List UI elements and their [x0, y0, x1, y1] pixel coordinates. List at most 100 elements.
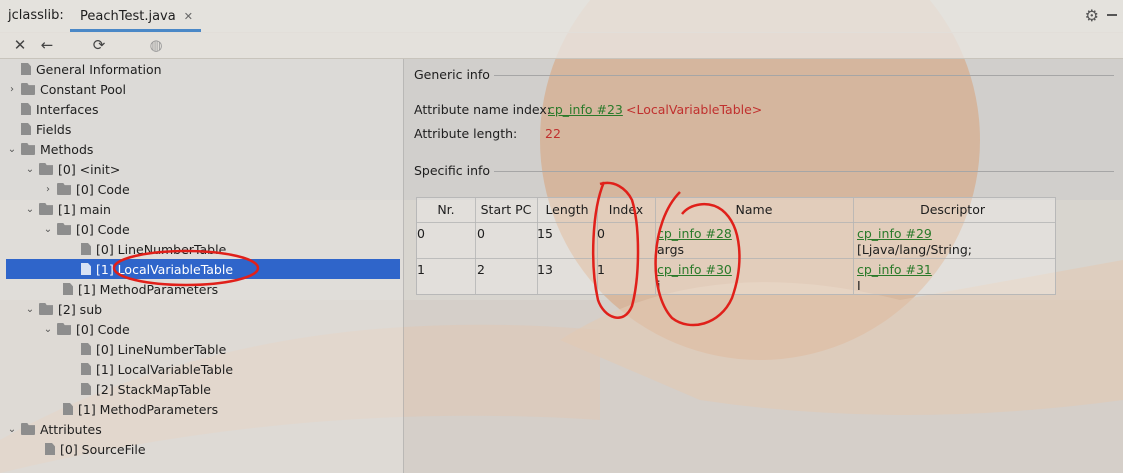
generic-info-title: Generic info — [414, 67, 490, 82]
chevron-down-icon[interactable]: ⌄ — [42, 324, 54, 335]
tree-item-label: [1] main — [58, 201, 111, 217]
tree-item-label: [1] MethodParameters — [78, 281, 219, 297]
tree-item-sub[interactable]: ⌄ [2] sub — [6, 299, 400, 319]
tree-item-label: [1] LocalVariableTable — [96, 361, 234, 377]
title-bar: jclasslib: PeachTest.java ✕ ⚙ — [0, 0, 1123, 33]
cell-name-value: args — [657, 242, 685, 257]
cell-descriptor-value: I — [857, 278, 861, 293]
detail-panel: Generic info Attribute name index: cp_in… — [404, 59, 1123, 473]
chevron-down-icon[interactable]: ⌄ — [6, 144, 18, 155]
tree-item-label: [0] Code — [76, 221, 130, 237]
tree-item-attributes[interactable]: ⌄ Attributes — [6, 419, 400, 439]
tree-item-sub-localvariabletable[interactable]: [1] LocalVariableTable — [6, 359, 400, 379]
tree-item-label: General Information — [36, 61, 162, 77]
cell-length: 13 — [537, 262, 553, 277]
tree-item-label: [1] LocalVariableTable — [96, 261, 234, 277]
file-icon — [81, 363, 91, 375]
tree-item-label: Methods — [40, 141, 94, 157]
tree-item-label: [0] Code — [76, 321, 130, 337]
chevron-right-icon[interactable]: › — [6, 84, 18, 95]
folder-icon — [21, 423, 35, 435]
tree-item-label: Constant Pool — [40, 81, 127, 97]
tree-item-sub-stackmaptable[interactable]: [2] StackMapTable — [6, 379, 400, 399]
tree-item-sub-linenumbertable[interactable]: [0] LineNumberTable — [6, 339, 400, 359]
column-header-descriptor[interactable]: Descriptor — [853, 198, 1055, 222]
globe-icon[interactable]: ◍ — [146, 35, 166, 55]
column-header-name[interactable]: Name — [655, 198, 853, 222]
close-tab-icon[interactable]: ✕ — [184, 10, 193, 23]
folder-icon — [39, 303, 53, 315]
chevron-down-icon[interactable]: ⌄ — [24, 204, 36, 215]
tree-item-label: [0] <init> — [58, 161, 121, 177]
attribute-length-label: Attribute length: — [414, 126, 518, 141]
tree-item-interfaces[interactable]: Interfaces — [6, 99, 400, 119]
cell-index: 0 — [597, 226, 605, 241]
cell-length: 15 — [537, 226, 553, 241]
tree-item-main-code[interactable]: ⌄ [0] Code — [6, 219, 400, 239]
chevron-down-icon[interactable]: ⌄ — [42, 224, 54, 235]
chevron-down-icon[interactable]: ⌄ — [6, 424, 18, 435]
cell-name-value: i — [657, 278, 661, 293]
refresh-icon[interactable]: ⟳ — [89, 35, 109, 55]
tree-item-sourcefile[interactable]: [0] SourceFile — [6, 439, 400, 459]
specific-info-title: Specific info — [414, 163, 491, 178]
tree-item-label: Attributes — [40, 421, 102, 437]
file-icon — [63, 283, 73, 295]
tree-item-methods[interactable]: ⌄ Methods — [6, 139, 400, 159]
folder-icon — [21, 143, 35, 155]
tree-item-main-methodparameters[interactable]: [1] MethodParameters — [6, 279, 400, 299]
file-icon — [21, 123, 31, 135]
tree-item-label: [0] SourceFile — [60, 441, 146, 457]
tree-item-init-code[interactable]: › [0] Code — [6, 179, 400, 199]
file-icon — [81, 263, 91, 275]
folder-icon — [21, 83, 35, 95]
file-icon — [81, 343, 91, 355]
chevron-down-icon[interactable]: ⌄ — [24, 304, 36, 315]
column-header-nr[interactable]: Nr. — [417, 198, 475, 222]
cell-name-link[interactable]: cp_info #28 — [657, 226, 732, 241]
file-icon — [81, 383, 91, 395]
file-icon — [21, 63, 31, 75]
cell-start-pc: 0 — [477, 226, 485, 241]
tree-item-general-information[interactable]: General Information — [6, 59, 400, 79]
local-variable-table: Nr. Start PC Length Index Name Descripto… — [416, 197, 1056, 295]
column-header-index[interactable]: Index — [597, 198, 655, 222]
column-header-descriptor-text: Descriptor — [920, 202, 985, 217]
name-index-link[interactable]: cp_info #23 — [548, 102, 623, 117]
cell-name-link[interactable]: cp_info #30 — [657, 262, 732, 277]
tree-item-main[interactable]: ⌄ [1] main — [6, 199, 400, 219]
back-arrow-icon[interactable]: ← — [37, 35, 57, 55]
file-icon — [81, 243, 91, 255]
chevron-right-icon[interactable]: › — [42, 184, 54, 195]
attribute-name-index-label: Attribute name index: — [414, 102, 551, 117]
tree-item-label: [2] StackMapTable — [96, 381, 211, 397]
tree-item-label: Fields — [36, 121, 72, 137]
tree-item-label: [0] LineNumberTable — [96, 341, 227, 357]
app-title: jclasslib: — [8, 8, 64, 23]
tree-item-label: Interfaces — [36, 101, 99, 117]
tree-item-fields[interactable]: Fields — [6, 119, 400, 139]
cell-start-pc: 2 — [477, 262, 485, 277]
column-header-length[interactable]: Length — [537, 198, 597, 222]
tab-peachtest[interactable]: PeachTest.java ✕ — [70, 3, 201, 32]
tree-item-sub-code[interactable]: ⌄ [0] Code — [6, 319, 400, 339]
cell-descriptor-link[interactable]: cp_info #31 — [857, 262, 932, 277]
structure-tree: General Information › Constant Pool Inte… — [0, 59, 404, 473]
gear-icon[interactable]: ⚙ — [1085, 6, 1099, 25]
cell-descriptor-link[interactable]: cp_info #29 — [857, 226, 932, 241]
tree-item-main-linenumbertable[interactable]: [0] LineNumberTable — [6, 239, 400, 259]
folder-icon — [57, 223, 71, 235]
tree-item-sub-methodparameters[interactable]: [1] MethodParameters — [6, 399, 400, 419]
tree-item-init[interactable]: ⌄ [0] <init> — [6, 159, 400, 179]
folder-icon — [39, 163, 53, 175]
tab-label: PeachTest.java — [80, 8, 176, 24]
tree-item-label: [2] sub — [58, 301, 103, 317]
file-icon — [45, 443, 55, 455]
minimize-icon[interactable] — [1107, 14, 1117, 16]
chevron-down-icon[interactable]: ⌄ — [24, 164, 36, 175]
tree-item-constant-pool[interactable]: › Constant Pool — [6, 79, 400, 99]
column-header-start-pc[interactable]: Start PC — [475, 198, 537, 222]
tree-item-main-localvariabletable[interactable]: [1] LocalVariableTable — [6, 259, 400, 279]
close-icon[interactable]: ✕ — [10, 35, 30, 55]
cell-nr: 0 — [417, 226, 425, 241]
